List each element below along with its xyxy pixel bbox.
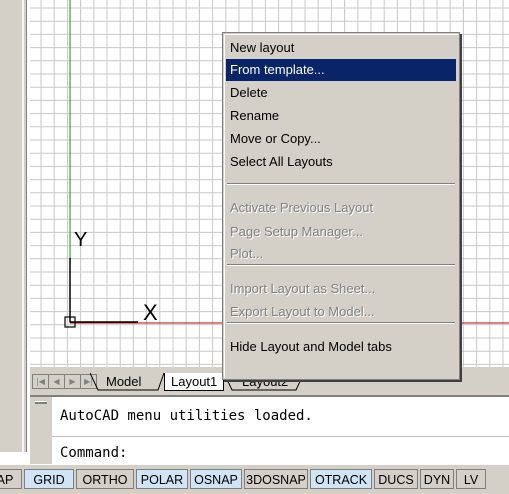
menu-item-new-layout[interactable]: New layout: [226, 37, 456, 59]
status-toggle-3dosnap[interactable]: 3DOSNAP: [244, 469, 308, 489]
menu-item-from-template[interactable]: From template...: [226, 59, 456, 81]
layout-context-menu: New layout From template... Delete Rename Mo…: [222, 32, 460, 380]
menu-separator: [227, 183, 455, 185]
command-separator: [52, 436, 509, 437]
command-prompt[interactable]: Command:: [60, 445, 127, 461]
command-window-grip[interactable]: [30, 397, 52, 464]
previous-tab-button[interactable]: ◀: [48, 374, 65, 389]
menu-item-select-all-layouts[interactable]: Select All Layouts: [226, 151, 456, 173]
status-toggle-otrack[interactable]: OTRACK: [310, 469, 372, 489]
menu-item-move-or-copy[interactable]: Move or Copy...: [226, 128, 456, 150]
status-toggle-osnap[interactable]: OSNAP: [190, 469, 242, 489]
menu-item-export-layout-to-model: Export Layout to Model...: [230, 304, 375, 319]
command-history-line: AutoCAD menu utilities loaded.: [60, 408, 313, 424]
ucs-y-glyph: Y: [74, 229, 87, 251]
left-dock-bar: [0, 0, 27, 452]
ucs-x-glyph: X: [143, 300, 158, 325]
status-toggle-ducs[interactable]: DUCS: [374, 469, 418, 489]
menu-item-hide-layout-and-model-tabs[interactable]: Hide Layout and Model tabs: [226, 336, 456, 358]
menu-item-delete[interactable]: Delete: [226, 82, 456, 104]
menu-item-rename[interactable]: Rename: [226, 105, 456, 127]
status-toggle-grid[interactable]: GRID: [24, 469, 74, 489]
status-toggle-polar[interactable]: POLAR: [136, 469, 188, 489]
menu-separator: [227, 264, 455, 266]
status-toggle-lv[interactable]: LV: [456, 469, 486, 489]
status-toggle-dyn[interactable]: DYN: [420, 469, 454, 489]
status-toggle-ortho[interactable]: ORTHO: [76, 469, 134, 489]
status-toggle-ap[interactable]: AP: [0, 469, 22, 489]
ucs-icon: YX: [64, 229, 158, 328]
menu-item-activate-previous-layout: Activate Previous Layout: [230, 200, 374, 215]
next-tab-button[interactable]: ▶: [64, 374, 81, 389]
first-tab-button[interactable]: |◀: [32, 374, 49, 389]
menu-separator: [227, 322, 455, 324]
status-bar: AP GRID ORTHO POLAR OSNAP 3DOSNAP OTRACK DUCS DY…: [0, 464, 509, 494]
menu-item-import-layout-as-sheet: Import Layout as Sheet...: [230, 281, 376, 296]
menu-item-plot: Plot...: [230, 246, 264, 261]
menu-item-page-setup-manager: Page Setup Manager...: [230, 224, 363, 239]
